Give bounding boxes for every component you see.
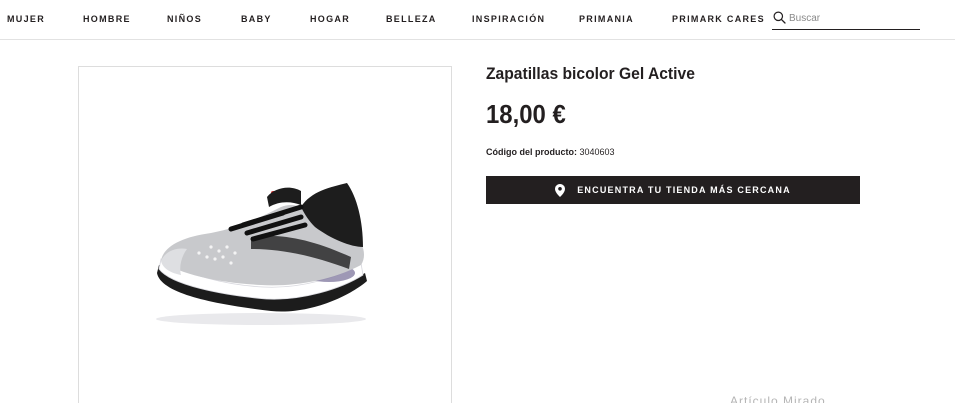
nav-item-belleza[interactable]: BELLEZA	[386, 14, 437, 24]
search-input[interactable]	[789, 9, 917, 27]
nav-item-inspiracion[interactable]: INSPIRACIÓN	[472, 14, 545, 24]
product-title: Zapatillas bicolor Gel Active	[486, 64, 695, 83]
partial-section-heading: Artículo Mirado	[730, 394, 826, 403]
search-icon[interactable]	[773, 11, 786, 24]
find-nearest-store-label: ENCUENTRA TU TIENDA MÁS CERCANA	[577, 185, 791, 195]
location-pin-icon	[555, 183, 566, 197]
product-price: 18,00 €	[486, 99, 566, 129]
top-navigation: MUJER HOMBRE NIÑOS BABY HOGAR BELLEZA IN…	[0, 0, 955, 40]
nav-item-primark-cares[interactable]: PRIMARK CARES	[672, 14, 765, 24]
nav-item-hogar[interactable]: HOGAR	[310, 14, 350, 24]
search-box	[772, 9, 920, 30]
product-code: Código del producto: 3040603	[486, 147, 615, 157]
product-image-frame	[78, 66, 452, 403]
find-nearest-store-button[interactable]: ENCUENTRA TU TIENDA MÁS CERCANA	[486, 176, 860, 204]
product-code-value: 3040603	[579, 147, 615, 157]
product-code-label: Código del producto:	[486, 147, 577, 157]
nav-item-mujer[interactable]: MUJER	[7, 14, 45, 24]
sneaker-image	[156, 183, 367, 325]
nav-item-ninos[interactable]: NIÑOS	[167, 14, 202, 24]
nav-item-baby[interactable]: BABY	[241, 14, 272, 24]
nav-item-hombre[interactable]: HOMBRE	[83, 14, 131, 24]
nav-item-primania[interactable]: PRIMANIA	[579, 14, 634, 24]
